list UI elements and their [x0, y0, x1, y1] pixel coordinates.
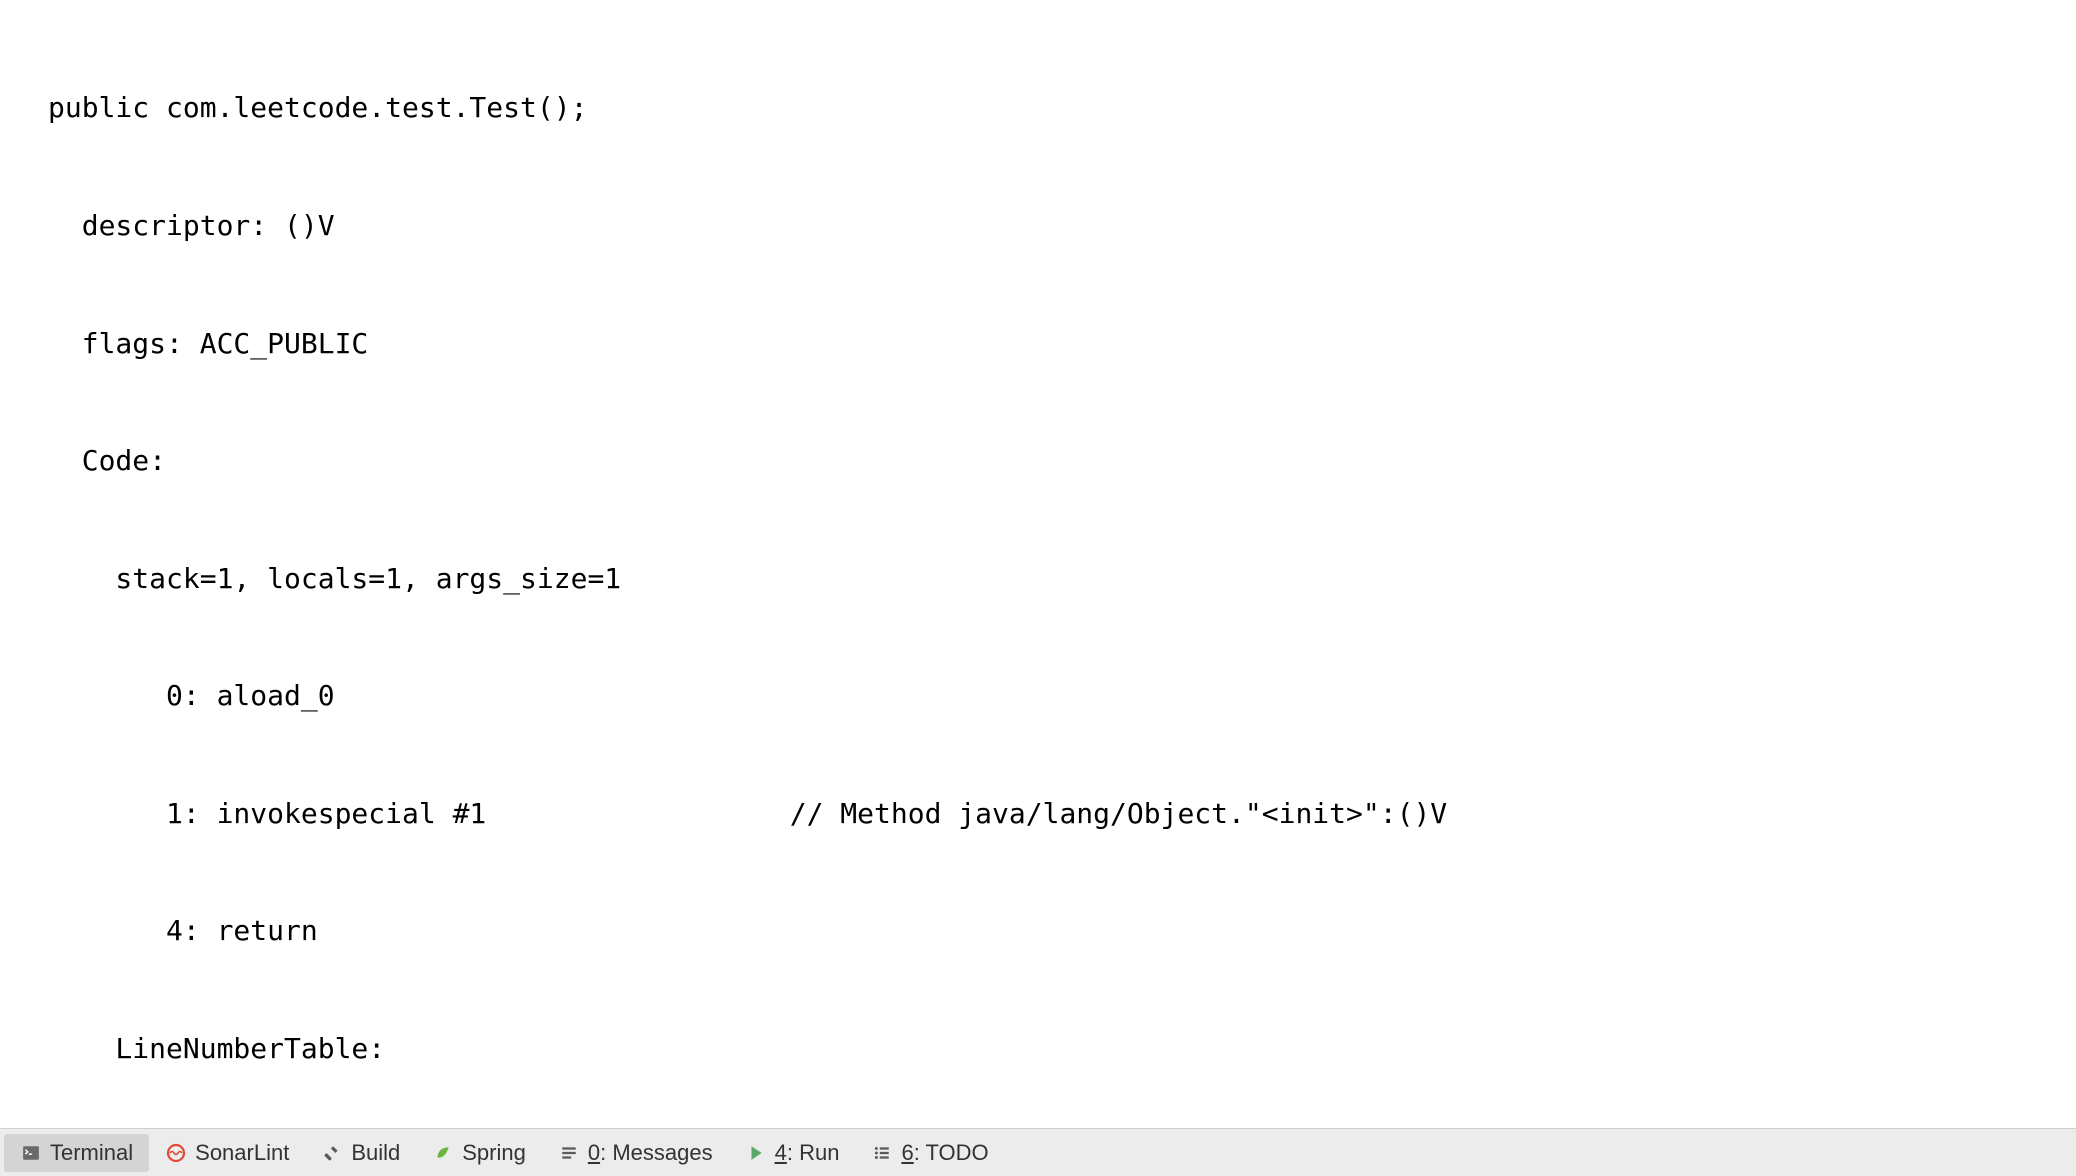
- todo-tab[interactable]: 6: TODO: [855, 1134, 1004, 1172]
- spring-leaf-icon: [432, 1142, 454, 1164]
- code-line: stack=1, locals=1, args_size=1: [48, 559, 2076, 598]
- terminal-tab[interactable]: Terminal: [4, 1134, 149, 1172]
- code-line: flags: ACC_PUBLIC: [48, 324, 2076, 363]
- sonarlint-tab[interactable]: SonarLint: [149, 1134, 305, 1172]
- run-label: 4: Run: [775, 1140, 840, 1166]
- play-icon: [745, 1142, 767, 1164]
- build-tab[interactable]: Build: [305, 1134, 416, 1172]
- code-line: LineNumberTable:: [48, 1029, 2076, 1068]
- code-line: Code:: [48, 441, 2076, 480]
- sonarlint-icon: [165, 1142, 187, 1164]
- terminal-output[interactable]: public com.leetcode.test.Test(); descrip…: [0, 0, 2076, 1128]
- messages-label: 0: Messages: [588, 1140, 713, 1166]
- terminal-icon: [20, 1142, 42, 1164]
- todo-label: 6: TODO: [901, 1140, 988, 1166]
- messages-icon: [558, 1142, 580, 1164]
- toolwindow-bar: Terminal SonarLint Build Spring 0: Messa…: [0, 1128, 2076, 1176]
- code-line: 4: return: [48, 911, 2076, 950]
- code-line: public com.leetcode.test.Test();: [48, 88, 2076, 127]
- messages-tab[interactable]: 0: Messages: [542, 1134, 729, 1172]
- code-line: 1: invokespecial #1 // Method java/lang/…: [48, 794, 2076, 833]
- terminal-label: Terminal: [50, 1140, 133, 1166]
- code-line: 0: aload_0: [48, 676, 2076, 715]
- code-line: descriptor: ()V: [48, 206, 2076, 245]
- run-tab[interactable]: 4: Run: [729, 1134, 856, 1172]
- build-label: Build: [351, 1140, 400, 1166]
- spring-label: Spring: [462, 1140, 526, 1166]
- sonarlint-label: SonarLint: [195, 1140, 289, 1166]
- hammer-icon: [321, 1142, 343, 1164]
- list-icon: [871, 1142, 893, 1164]
- spring-tab[interactable]: Spring: [416, 1134, 542, 1172]
